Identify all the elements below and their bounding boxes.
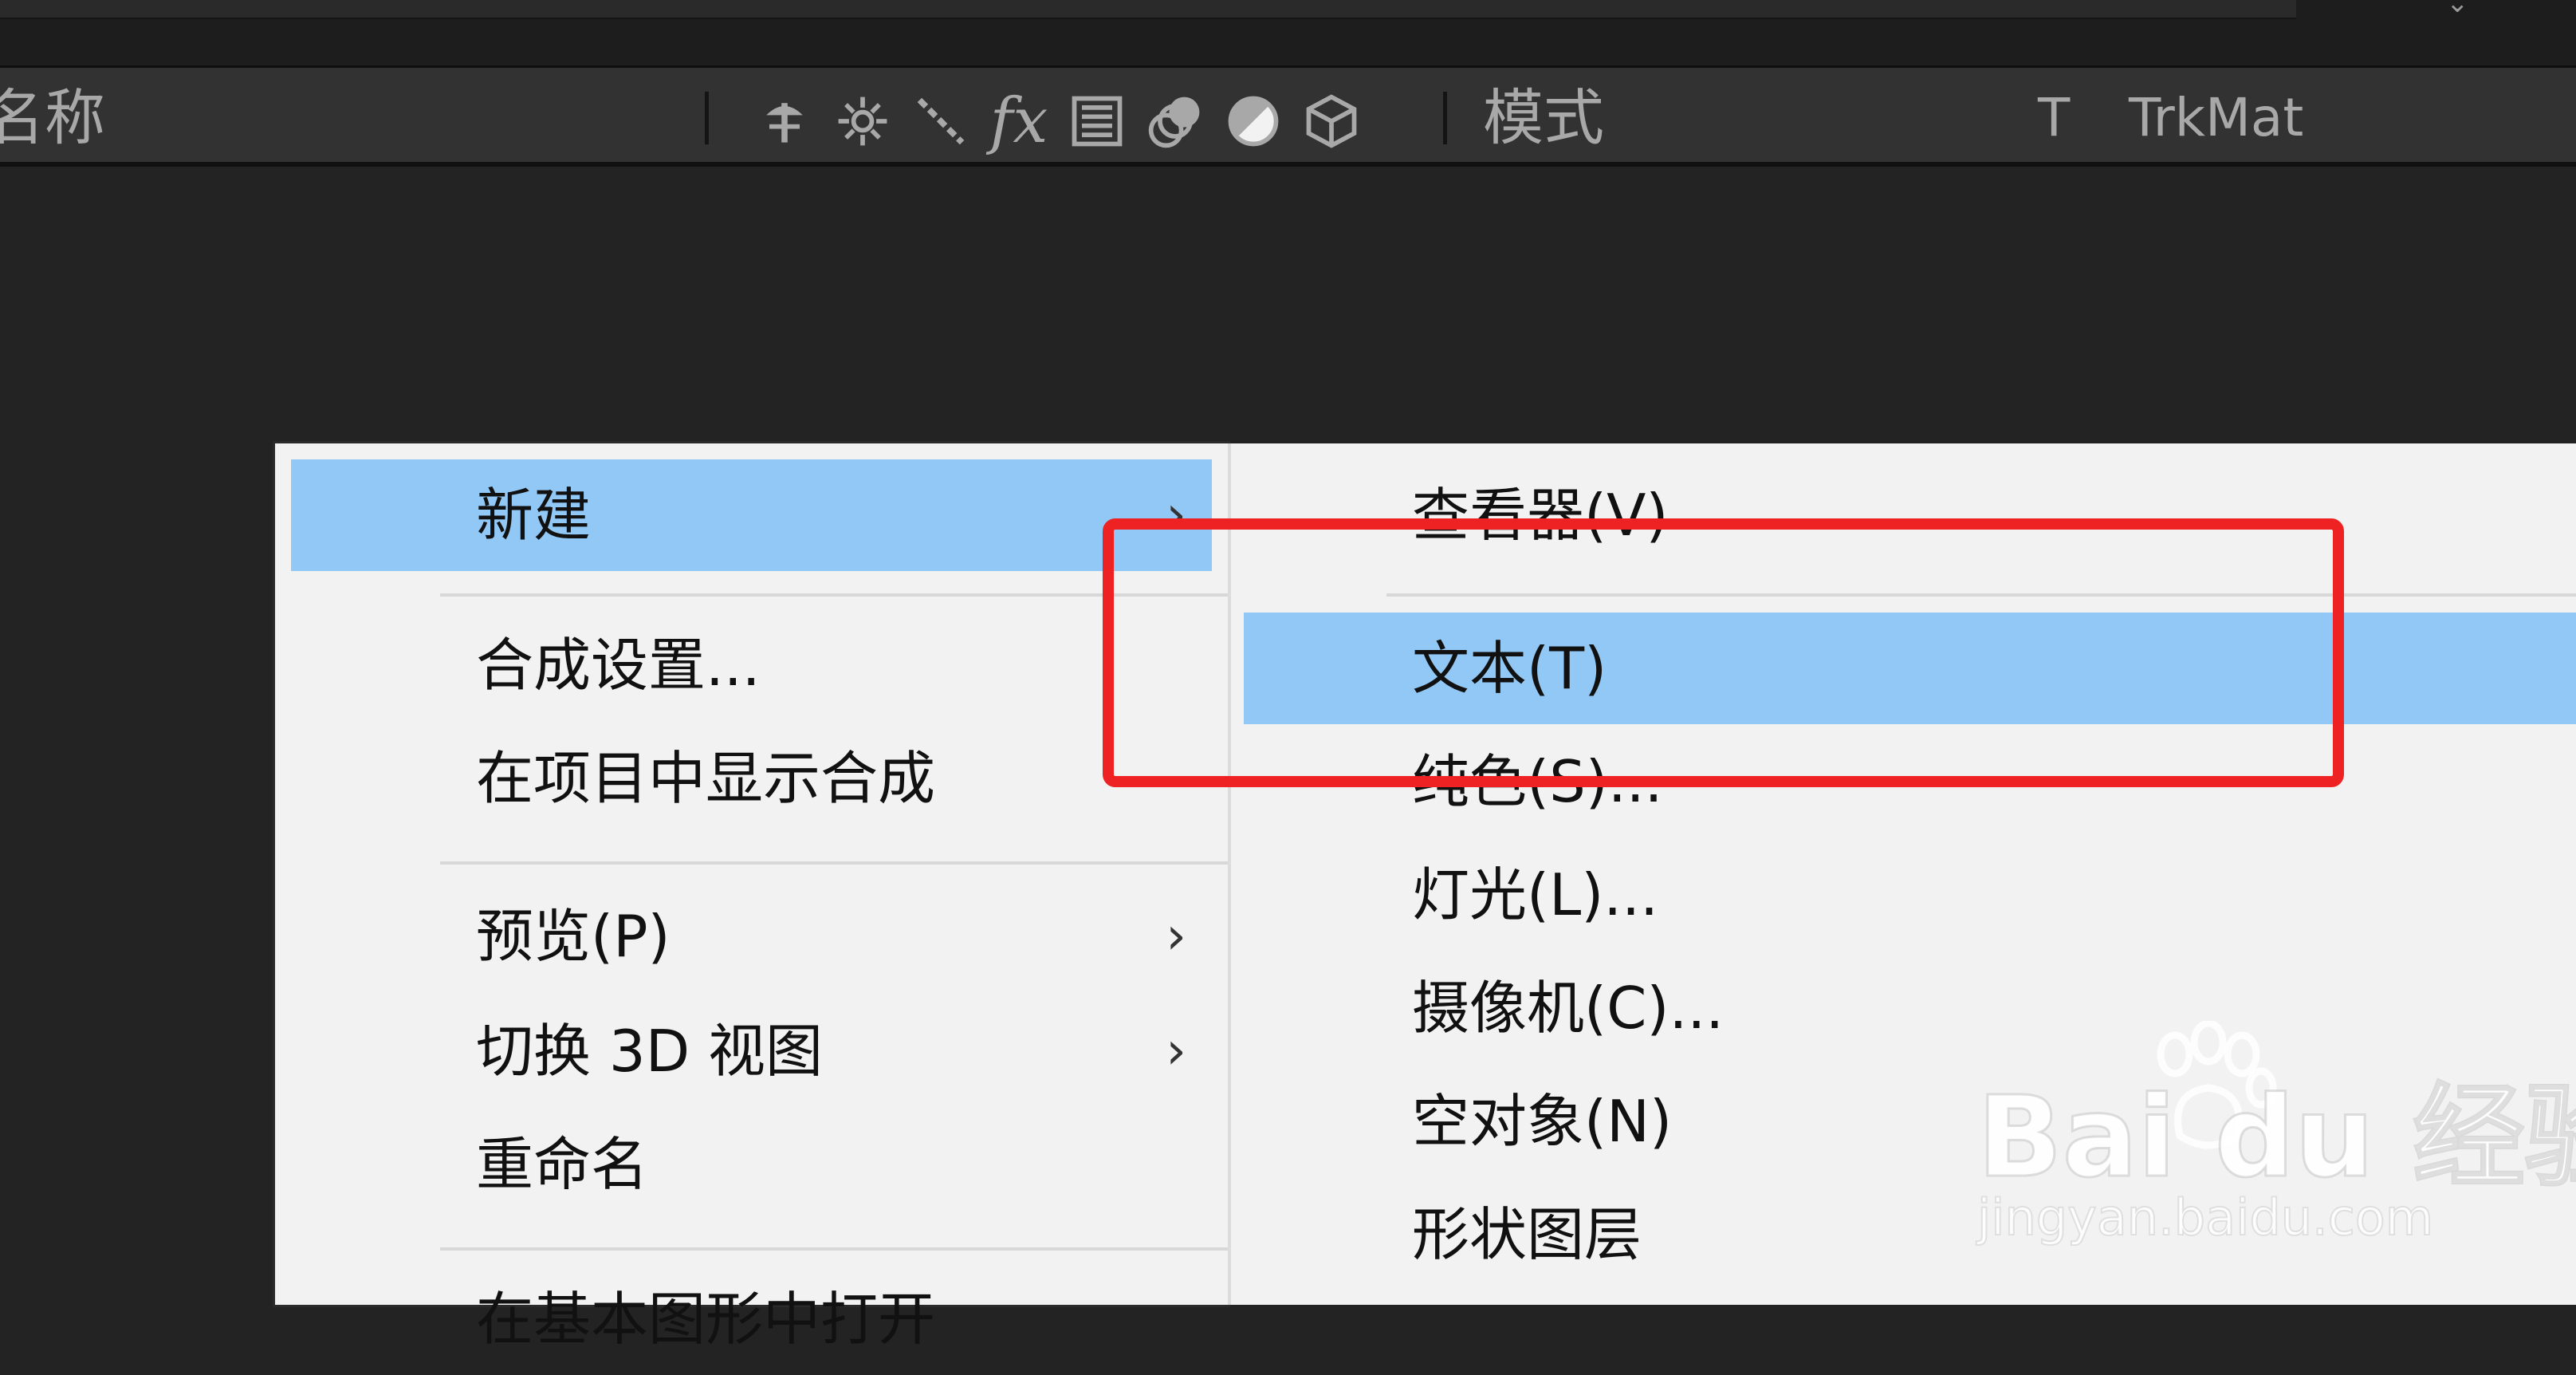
chevron-right-icon: ›: [1166, 1022, 1186, 1081]
menu-item-new[interactable]: 新建 ›: [291, 459, 1212, 571]
submenu-item-camera[interactable]: 摄像机(C)...: [1244, 952, 2576, 1064]
menu-separator: [440, 593, 1228, 597]
effects-icon[interactable]: fx: [984, 86, 1054, 156]
menu-separator: [440, 1247, 1228, 1251]
column-header-trkmat[interactable]: TrkMat: [2129, 82, 2303, 154]
submenu-item-light[interactable]: 灯光(L)...: [1244, 839, 2576, 951]
menu-item-open-in-essential-graphics[interactable]: 在基本图形中打开: [291, 1263, 1212, 1375]
menu-item-reveal-in-project[interactable]: 在项目中显示合成: [291, 723, 1212, 834]
submenu-item-solid[interactable]: 纯色(S)...: [1244, 726, 2576, 837]
collapse-icon[interactable]: [828, 86, 898, 156]
submenu-item-viewer[interactable]: 查看器(V): [1244, 459, 2576, 571]
submenu-item-text[interactable]: 文本(T): [1244, 613, 2576, 724]
column-header-name[interactable]: 名称: [0, 82, 105, 154]
context-menu: 新建 › 合成设置... 在项目中显示合成 预览(P) › 切换 3D 视图 ›…: [275, 443, 1228, 1353]
top-panel-inner: [0, 0, 2296, 19]
menu-item-rename[interactable]: 重命名: [291, 1109, 1212, 1220]
submenu-new: 查看器(V) 文本(T) 纯色(S)... 灯光(L)... 摄像机(C)...…: [1228, 443, 2576, 1305]
shy-icon[interactable]: [749, 86, 820, 156]
3d-layer-icon[interactable]: [1296, 86, 1367, 156]
chevron-down-icon[interactable]: ⌄: [2446, 0, 2469, 19]
column-separator[interactable]: [705, 92, 709, 144]
column-header-mode[interactable]: 模式: [1483, 82, 1604, 154]
menu-item-preview[interactable]: 预览(P) ›: [291, 881, 1212, 992]
submenu-item-shape-layer[interactable]: 形状图层: [1244, 1179, 2576, 1290]
switches-column: fx: [749, 85, 1367, 157]
adjustment-layer-icon[interactable]: [1218, 86, 1288, 156]
chevron-right-icon: ›: [1166, 486, 1186, 545]
motion-blur-icon[interactable]: [1140, 86, 1210, 156]
quality-icon[interactable]: [906, 86, 976, 156]
menu-item-switch-3d-view[interactable]: 切换 3D 视图 ›: [291, 995, 1212, 1107]
menu-item-composition-settings[interactable]: 合成设置...: [291, 609, 1212, 721]
menu-separator: [1386, 593, 2576, 597]
frame-blend-icon[interactable]: [1062, 86, 1132, 156]
submenu-item-null-object[interactable]: 空对象(N): [1244, 1066, 2576, 1177]
layer-header-bar: 名称 fx 模式 T TrkMat: [0, 68, 2576, 167]
menu-separator: [440, 861, 1228, 865]
top-panel-strip: ⌄: [0, 0, 2576, 68]
column-separator[interactable]: [1443, 92, 1447, 144]
chevron-right-icon: ›: [1166, 907, 1186, 966]
column-header-t[interactable]: T: [2038, 82, 2070, 154]
